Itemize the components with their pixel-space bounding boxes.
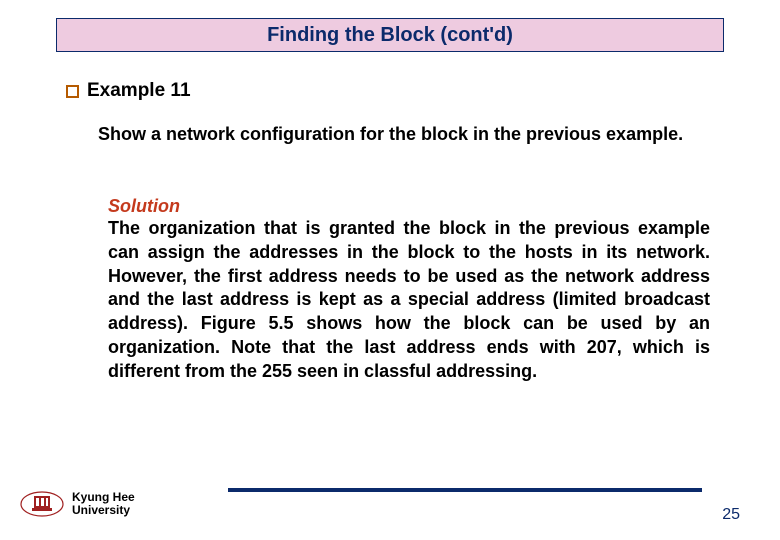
example-heading-row: Example 11 — [66, 80, 191, 102]
solution-text-after: and the last address is kept as a specia… — [108, 289, 710, 380]
solution-label: Solution — [108, 196, 710, 217]
example-heading: Example 11 — [87, 80, 191, 102]
university-logo-icon — [18, 489, 66, 519]
solution-body: The organization that is granted the blo… — [108, 217, 710, 383]
title-bar: Finding the Block (cont'd) — [56, 18, 724, 52]
university-name: Kyung Hee University — [72, 491, 135, 517]
solution-block: Solution The organization that is grante… — [108, 196, 710, 383]
university-name-line2: University — [72, 504, 135, 517]
page-number: 25 — [722, 506, 740, 524]
solution-highlight: the first address needs to be used as th… — [194, 266, 710, 286]
slide-title: Finding the Block (cont'd) — [267, 24, 513, 47]
footer: Kyung Hee University 25 — [18, 480, 762, 528]
example-prompt: Show a network configuration for the blo… — [98, 122, 710, 146]
bullet-icon — [66, 85, 79, 98]
footer-divider — [228, 488, 702, 492]
